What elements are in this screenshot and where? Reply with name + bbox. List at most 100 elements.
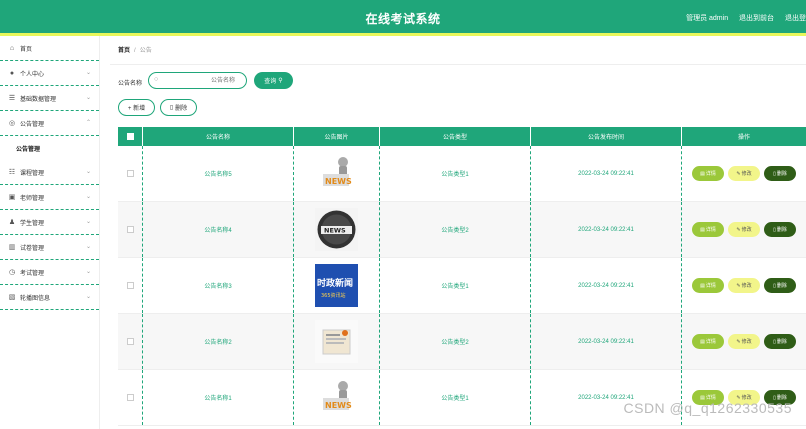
- course-icon: ☷: [8, 169, 16, 176]
- delete-button-label: 删除: [175, 106, 188, 112]
- search-label: 公告名称: [118, 81, 143, 87]
- delete-label: 删除: [776, 171, 787, 177]
- delete-button[interactable]: ▯ 删除: [764, 166, 796, 181]
- notice-time-cell: 2022-03-24 09:22:41: [531, 314, 682, 369]
- notice-thumbnail[interactable]: NEWS: [315, 152, 358, 195]
- add-button-label: + 新增: [127, 106, 146, 112]
- delete-button[interactable]: ▯ 删除: [764, 278, 796, 293]
- row-checkbox-cell: [118, 202, 143, 257]
- notice-name-cell: 公告名称1: [143, 370, 294, 425]
- sidebar-item-label: 课程管理: [20, 170, 45, 177]
- row-checkbox[interactable]: [126, 170, 134, 177]
- backend-link[interactable]: 退出到前台: [739, 15, 774, 22]
- chevron-down-icon: ⌄: [85, 219, 91, 225]
- breadcrumb-sep: /: [134, 48, 136, 54]
- image-subtext: 365资讯站: [321, 292, 346, 299]
- detail-button[interactable]: ▤ 详情: [692, 334, 724, 349]
- row-checkbox-cell: [118, 258, 143, 313]
- delete-button[interactable]: ▯ 删除: [764, 334, 796, 349]
- edit-button[interactable]: ✎ 修改: [728, 222, 760, 237]
- chevron-down-icon: ⌄: [85, 95, 91, 101]
- notice-time-cell: 2022-03-24 09:22:41: [531, 202, 682, 257]
- row-checkbox[interactable]: [126, 282, 134, 289]
- detail-button[interactable]: ▤ 详情: [692, 278, 724, 293]
- divider: [110, 64, 806, 65]
- row-checkbox[interactable]: [126, 226, 134, 233]
- row-checkbox[interactable]: [126, 338, 134, 345]
- logout-link[interactable]: 退出登: [785, 15, 806, 22]
- trash-icon: ▯: [773, 170, 776, 177]
- select-all-checkbox[interactable]: [126, 133, 134, 140]
- exam-icon: ◷: [8, 269, 16, 276]
- notice-thumbnail[interactable]: NEWS: [315, 376, 358, 419]
- detail-icon: ▤: [700, 338, 705, 345]
- notice-name-cell: 公告名称4: [143, 202, 294, 257]
- sidebar-item-profile[interactable]: ● 个人中心 ⌄: [0, 61, 99, 86]
- sidebar-item-basic-data[interactable]: ☰ 基础数据管理 ⌄: [0, 86, 99, 111]
- query-button[interactable]: 查询 ⚲: [254, 72, 293, 89]
- edit-label: 修改: [741, 227, 752, 233]
- notice-type-cell: 公告类型2: [380, 314, 531, 369]
- table-row: 公告名称1 NEWS 公告类型1 2022-03-24 09:22:41 ▤ 详情 ✎ 修改 ▯…: [118, 370, 806, 426]
- sidebar-subitem-notice[interactable]: 公告管理: [0, 136, 99, 160]
- notice-image-cell: [294, 314, 380, 369]
- add-button[interactable]: + 新增: [118, 99, 155, 116]
- detail-button[interactable]: ▤ 详情: [692, 222, 724, 237]
- chevron-down-icon: ⌄: [85, 70, 91, 76]
- watermark: CSDN @q_q1262330535: [623, 400, 792, 416]
- sidebar-item-label: 个人中心: [20, 71, 45, 78]
- sidebar-item-label: 学生管理: [20, 220, 45, 227]
- detail-label: 详情: [705, 339, 716, 345]
- notice-thumbnail[interactable]: 时政新闻 365资讯站: [315, 264, 358, 307]
- sidebar-item-home[interactable]: ⌂ 首页: [0, 36, 99, 61]
- search-input[interactable]: [163, 75, 243, 86]
- trash-icon: ▯: [169, 105, 174, 111]
- sidebar-item-notice[interactable]: ◎ 公告管理 ⌃: [0, 111, 99, 136]
- header-actions: 操作: [737, 135, 750, 141]
- breadcrumb-current: 公告: [139, 48, 152, 54]
- delete-button[interactable]: ▯ 删除: [764, 222, 796, 237]
- detail-icon: ▤: [700, 282, 705, 289]
- row-checkbox-cell: [118, 370, 143, 425]
- sidebar-item-exam[interactable]: ◷ 考试管理 ⌄: [0, 260, 99, 285]
- notice-time-cell: 2022-03-24 09:22:41: [531, 258, 682, 313]
- batch-delete-button[interactable]: ▯ 删除: [160, 99, 197, 116]
- notice-thumbnail[interactable]: NEWS: [315, 208, 358, 251]
- query-button-label: 查询: [264, 79, 277, 85]
- notice-thumbnail[interactable]: [315, 320, 358, 363]
- sidebar-item-carousel[interactable]: ▧ 轮播图信息 ⌄: [0, 285, 99, 310]
- detail-label: 详情: [705, 283, 716, 289]
- edit-button[interactable]: ✎ 修改: [728, 166, 760, 181]
- actions-cell: ▤ 详情 ✎ 修改 ▯ 删除: [682, 202, 806, 257]
- table-row: 公告名称4 NEWS 公告类型2 2022-03-24 09:22:41 ▤ 详情 ✎ 修改 ▯…: [118, 202, 806, 258]
- detail-button[interactable]: ▤ 详情: [692, 166, 724, 181]
- actions-cell: ▤ 详情 ✎ 修改 ▯ 删除: [682, 258, 806, 313]
- row-checkbox-cell: [118, 314, 143, 369]
- sidebar-item-paper[interactable]: ▥ 试卷管理 ⌄: [0, 235, 99, 260]
- trash-icon: ▯: [773, 226, 776, 233]
- sidebar-item-teacher[interactable]: ▣ 老师管理 ⌄: [0, 185, 99, 210]
- sidebar-item-student[interactable]: ♟ 学生管理 ⌄: [0, 210, 99, 235]
- trash-icon: ▯: [773, 338, 776, 345]
- trash-icon: ▯: [773, 282, 776, 289]
- chevron-down-icon: ⌄: [85, 169, 91, 175]
- main-content: 首页 /公告 公告名称 ○ 查询 ⚲ + 新增 ▯ 删除 公告名称 公告图片 公告…: [110, 36, 806, 429]
- header-name: 公告名称: [143, 127, 294, 146]
- breadcrumb-home[interactable]: 首页: [118, 48, 130, 54]
- edit-button[interactable]: ✎ 修改: [728, 278, 760, 293]
- header-checkbox-cell: [118, 127, 143, 146]
- row-checkbox[interactable]: [126, 394, 134, 401]
- edit-button[interactable]: ✎ 修改: [728, 334, 760, 349]
- chevron-up-icon: ⌃: [85, 120, 91, 126]
- edit-icon: ✎: [736, 338, 741, 345]
- edit-icon: ✎: [736, 282, 741, 289]
- sidebar-item-course[interactable]: ☷ 课程管理 ⌄: [0, 160, 99, 185]
- table-row: 公告名称2 公告类型2 2022-03-24 09:22:41 ▤ 详情 ✎ 修改 ▯ 删除: [118, 314, 806, 370]
- notice-name-cell: 公告名称3: [143, 258, 294, 313]
- notice-name-cell: 公告名称2: [143, 314, 294, 369]
- actions-cell: ▤ 详情 ✎ 修改 ▯ 删除: [682, 370, 806, 425]
- delete-label: 删除: [776, 283, 787, 289]
- notice-image-cell: NEWS: [294, 370, 380, 425]
- sidebar-subitem-label: 公告管理: [16, 146, 41, 153]
- sidebar-item-label: 基础数据管理: [20, 96, 57, 103]
